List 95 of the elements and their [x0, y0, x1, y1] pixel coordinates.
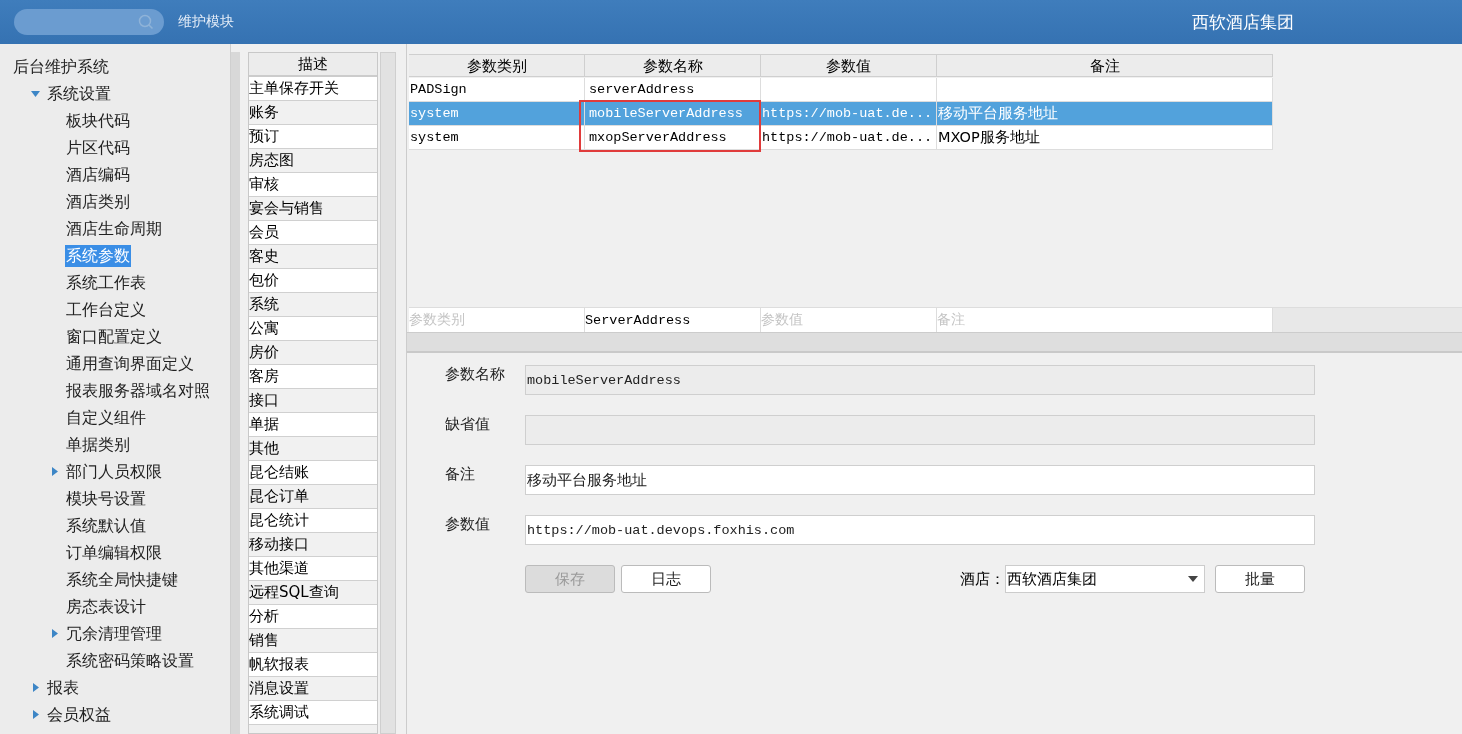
list-item[interactable]: 其他渠道 — [249, 557, 377, 581]
list-item[interactable]: 包价 — [249, 269, 377, 293]
expand-arrow-icon[interactable] — [50, 629, 59, 638]
tree-item[interactable]: 房态表设计 — [65, 595, 147, 618]
list-item[interactable]: 分析 — [249, 605, 377, 629]
table-cell: https://mob-uat.de... — [761, 126, 937, 150]
list-item[interactable]: 客史 — [249, 245, 377, 269]
list-item[interactable]: 消息设置 — [249, 677, 377, 701]
tree-item[interactable]: 系统设置 — [46, 82, 112, 105]
tree-item[interactable]: 单据类别 — [65, 433, 131, 456]
list-item[interactable]: 账务 — [249, 101, 377, 125]
search-icon — [138, 14, 154, 30]
text-field[interactable]: https://mob-uat.devops.foxhis.com — [525, 515, 1315, 545]
tree-item[interactable]: 通用查询界面定义 — [65, 352, 195, 375]
list-item[interactable]: 房价 — [249, 341, 377, 365]
column-header[interactable]: 参数类别 — [409, 54, 585, 77]
batch-button[interactable]: 批量 — [1215, 565, 1305, 593]
search-field[interactable] — [14, 9, 164, 35]
table-cell: https://mob-uat.de... — [761, 102, 937, 126]
tree-item[interactable]: 后台维护系统 — [12, 55, 110, 78]
tree-item[interactable]: 会员权益 — [46, 703, 112, 726]
list-item[interactable]: 房态图 — [249, 149, 377, 173]
hotel-dropdown[interactable]: 西软酒店集团 — [1005, 565, 1205, 593]
list-item[interactable]: 昆仑统计 — [249, 509, 377, 533]
expand-arrow-icon[interactable] — [50, 467, 59, 476]
list-item[interactable]: 预订 — [249, 125, 377, 149]
tree-item[interactable]: 自定义组件 — [65, 406, 147, 429]
module-label: 维护模块 — [178, 13, 234, 31]
field-label: 备注 — [445, 465, 476, 484]
scrollbar[interactable] — [231, 52, 240, 734]
tree-item[interactable]: 酒店编码 — [65, 163, 131, 186]
table-cell: MXOP服务地址 — [937, 126, 1273, 150]
column-header[interactable]: 参数值 — [761, 54, 937, 77]
list-item[interactable]: 公寓 — [249, 317, 377, 341]
list-item[interactable]: 销售 — [249, 629, 377, 653]
scrollbar[interactable] — [407, 332, 1462, 351]
expand-arrow-icon[interactable] — [31, 710, 40, 719]
list-item[interactable]: 客房 — [249, 365, 377, 389]
list-item[interactable]: 系统调试 — [249, 701, 377, 725]
table-cell: serverAddress — [585, 78, 761, 102]
list-item[interactable]: 远程SQL查询 — [249, 581, 377, 605]
column-header[interactable]: 参数名称 — [585, 54, 761, 77]
tree-item[interactable]: 部门人员权限 — [65, 460, 163, 483]
field-label: 参数名称 — [445, 365, 506, 384]
list-item[interactable]: 接口 — [249, 389, 377, 413]
table-cell: system — [409, 126, 585, 150]
expand-arrow-icon[interactable] — [31, 683, 40, 692]
list-item[interactable]: 帆软报表 — [249, 653, 377, 677]
tree-item[interactable]: 系统密码策略设置 — [65, 649, 195, 672]
column-header[interactable]: 备注 — [937, 54, 1273, 77]
log-button[interactable]: 日志 — [621, 565, 711, 593]
table-cell: 移动平台服务地址 — [937, 102, 1273, 126]
table-row[interactable]: PADSign serverAddress — [409, 78, 1273, 102]
table-row[interactable]: system mxopServerAddress https://mob-uat.de... MXOP服务地址 — [409, 126, 1273, 150]
organization-name: 西软酒店集团 — [1192, 10, 1294, 34]
list-item[interactable]: 其他 — [249, 437, 377, 461]
text-field[interactable]: 移动平台服务地址 — [525, 465, 1315, 495]
tree-item[interactable]: 工作台定义 — [65, 298, 147, 321]
tree-item[interactable]: 系统工作表 — [65, 271, 147, 294]
tree-item[interactable]: 模块号设置 — [65, 487, 147, 510]
filter-field[interactable]: 备注 — [937, 308, 1273, 332]
caret-icon — [1188, 576, 1198, 582]
filter-field[interactable]: 参数值 — [761, 308, 937, 332]
column-header[interactable]: 描述 — [249, 53, 377, 77]
list-item[interactable]: 宴会与销售 — [249, 197, 377, 221]
filter-field[interactable]: ServerAddress — [585, 308, 761, 332]
filter-field[interactable]: 参数类别 — [409, 308, 585, 332]
tree-item[interactable]: 系统全局快捷键 — [65, 568, 179, 591]
list-item[interactable]: 会员 — [249, 221, 377, 245]
table-cell: system — [409, 102, 585, 126]
list-item[interactable]: 昆仑订单 — [249, 485, 377, 509]
tree-item[interactable]: 片区代码 — [65, 136, 131, 159]
tree-item[interactable]: 报表服务器域名对照 — [65, 379, 211, 402]
field-label: 参数值 — [445, 515, 491, 534]
list-item[interactable]: 主单保存开关 — [249, 77, 377, 101]
tree-item[interactable]: 订单编辑权限 — [65, 541, 163, 564]
scrollbar[interactable] — [380, 52, 396, 734]
list-item[interactable]: 审核 — [249, 173, 377, 197]
table-cell: mxopServerAddress — [585, 126, 761, 150]
tree-item[interactable]: 冗余清理管理 — [65, 622, 163, 645]
table-cell: mobileServerAddress — [585, 102, 761, 126]
tree-item[interactable]: 报表 — [46, 676, 80, 699]
list-item[interactable]: 移动接口 — [249, 533, 377, 557]
tree-item[interactable]: 酒店类别 — [65, 190, 131, 213]
tree-item[interactable]: 板块代码 — [65, 109, 131, 132]
tree-item[interactable]: 窗口配置定义 — [65, 325, 163, 348]
table-cell: PADSign — [409, 78, 585, 102]
tree-item[interactable]: 系统默认值 — [65, 514, 147, 537]
tree-item[interactable]: 酒店生命周期 — [65, 217, 163, 240]
collapse-arrow-icon[interactable] — [31, 89, 40, 98]
list-item[interactable]: 昆仑结账 — [249, 461, 377, 485]
field-label: 酒店： — [960, 569, 1005, 589]
list-item[interactable]: 单据 — [249, 413, 377, 437]
field-label: 缺省值 — [445, 415, 491, 434]
list-item[interactable]: 系统 — [249, 293, 377, 317]
